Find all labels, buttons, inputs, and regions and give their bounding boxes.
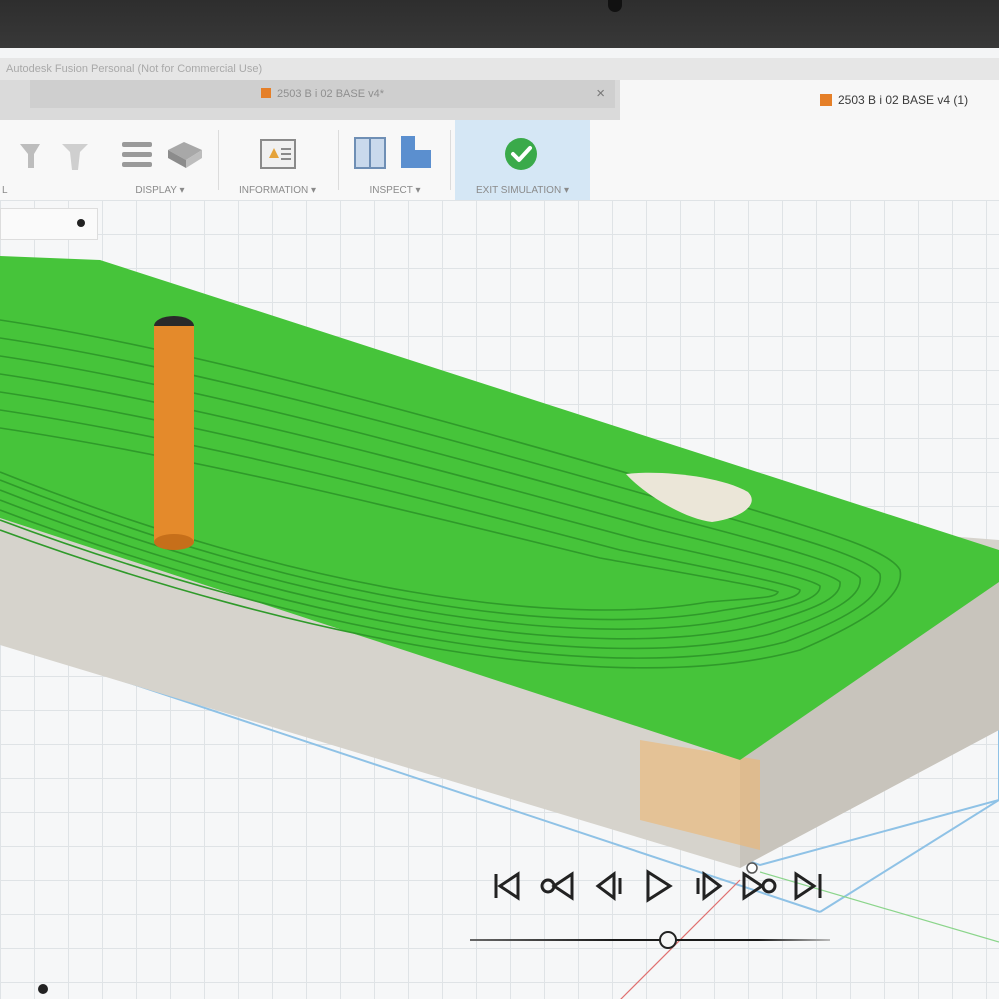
toolbar-information[interactable]: INFORMATION ▾ [225,120,330,200]
window-title: Autodesk Fusion Personal (Not for Commer… [0,58,999,80]
previous-operation-icon[interactable] [538,868,578,904]
step-forward-icon[interactable] [688,868,728,904]
step-back-icon[interactable] [590,868,630,904]
display-label: DISPLAY ▾ [135,185,185,196]
component-icon [260,88,271,98]
timeline-thumb[interactable] [659,931,677,949]
tool-group-partial[interactable]: L [0,120,100,200]
browser-panel-partial[interactable] [0,208,98,240]
display-icon [122,142,202,168]
component-icon [820,94,832,106]
toolbar-inspect[interactable]: INSPECT ▾ [345,120,445,200]
cutting-tool [154,326,194,542]
document-tab-inactive[interactable]: 2503 B i 02 BASE v4* × [30,80,615,108]
play-icon[interactable] [638,868,678,904]
tab-label: 2503 B i 02 BASE v4* [276,88,384,100]
toolbar-divider [338,130,339,190]
checkmark-icon [505,138,537,170]
close-tab-icon[interactable]: × [596,80,605,108]
document-tab-bar: 2503 B i 02 BASE v4* × 2503 B i 02 BASE … [0,80,999,120]
information-label: INFORMATION ▾ [238,185,317,196]
tool-icons [20,144,88,170]
tool-tip [154,534,194,550]
next-operation-icon[interactable] [738,868,778,904]
toolbar-divider [450,130,451,190]
document-tab-active[interactable]: 2503 B i 02 BASE v4 (1) [620,80,999,120]
skip-to-end-icon[interactable] [788,868,828,904]
simulation-timeline-slider[interactable] [470,930,830,950]
status-dot [38,984,48,994]
toolbar-divider [218,130,219,190]
exit-simulation-button[interactable]: EXIT SIMULATION ▾ [455,120,590,200]
camera-dot [608,0,622,12]
panel-pin-icon[interactable] [77,219,85,227]
tab-label: 2503 B i 02 BASE v4 (1) [838,93,969,107]
bounding-box-edge [819,799,999,913]
inspect-icon [354,136,431,169]
fusion-window: Autodesk Fusion Personal (Not for Commer… [0,48,999,999]
exit-simulation-label: EXIT SIMULATION ▾ [475,185,569,196]
simulation-toolbar: L DISPLAY ▾ INFORMATION ▾ INSPECT ▾ EXIT… [0,120,999,201]
timeline-track [470,939,830,941]
skip-to-start-icon[interactable] [488,868,528,904]
inspect-label: INSPECT ▾ [369,185,421,196]
simulation-playback-controls [488,868,828,908]
toolbar-display[interactable]: DISPLAY ▾ [110,120,210,200]
partial-label: L [2,185,8,196]
information-icon [260,139,296,169]
